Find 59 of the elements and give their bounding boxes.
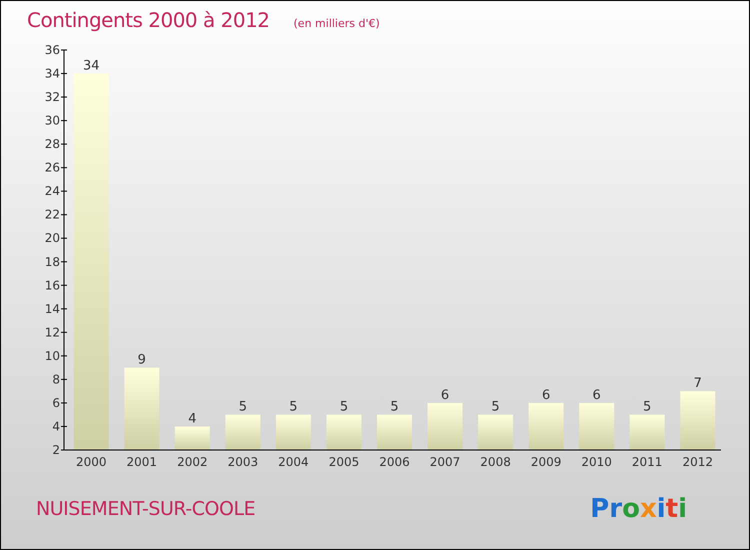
bar	[225, 414, 260, 450]
x-tick-label: 2010	[581, 455, 612, 469]
value-label: 5	[491, 400, 500, 415]
bar	[680, 391, 716, 450]
bar	[528, 402, 564, 450]
x-tick-label: 2008	[480, 455, 511, 469]
x-tick-label: 2006	[379, 455, 410, 469]
bar	[478, 414, 514, 450]
bar	[174, 426, 210, 450]
y-tick-label: 18	[44, 254, 60, 269]
logo: Proxiti	[590, 493, 687, 526]
value-label: 9	[138, 352, 146, 368]
x-tick-label: 2001	[126, 455, 158, 469]
y-tick-label: 16	[44, 278, 60, 292]
x-tick-label: 2009	[530, 455, 562, 469]
y-tick-label: 2	[52, 443, 60, 457]
y-tick-label: 6	[52, 396, 60, 410]
place-name: NUISEMENT-SUR-COOLE	[36, 497, 256, 522]
y-tick-label: 34	[44, 66, 60, 81]
value-label: 5	[390, 400, 399, 415]
value-label: 34	[83, 58, 100, 74]
y-tick-label: 22	[44, 208, 60, 222]
y-tick-label: 4	[52, 419, 60, 434]
bar	[579, 402, 614, 450]
chart-title: Contingents 2000 à 2012	[27, 7, 270, 34]
x-tick-label: 2011	[632, 455, 662, 469]
y-tick-label: 12	[44, 325, 60, 340]
value-label: 7	[694, 376, 702, 392]
bar	[377, 414, 412, 450]
y-tick-label: 32	[44, 90, 60, 104]
y-tick-label: 20	[44, 231, 60, 246]
value-label: 4	[188, 411, 196, 426]
x-tick-label: 2000	[76, 455, 107, 469]
y-tick-label: 30	[44, 114, 60, 128]
value-label: 5	[289, 400, 298, 415]
x-tick-label: 2003	[228, 455, 258, 469]
y-tick-label: 36	[44, 43, 60, 57]
bar	[326, 414, 362, 450]
unit-label: (en milliers d'€)	[294, 16, 380, 32]
x-tick-label: 2012	[682, 455, 713, 469]
value-label: 5	[643, 400, 652, 415]
y-tick-label: 26	[44, 160, 60, 175]
bar	[276, 414, 311, 450]
y-tick-label: 28	[44, 137, 60, 152]
y-tick-label: 24	[44, 184, 60, 198]
x-tick-label: 2002	[177, 455, 208, 469]
bar	[630, 414, 665, 450]
x-tick-label: 2004	[278, 455, 309, 469]
x-tick-label: 2005	[328, 455, 360, 469]
value-label: 5	[340, 400, 348, 415]
x-tick-label: 2007	[430, 455, 460, 469]
bar	[428, 402, 463, 450]
value-label: 6	[542, 388, 550, 403]
value-label: 6	[592, 388, 601, 403]
y-tick-label: 14	[44, 302, 60, 316]
value-label: 6	[440, 388, 450, 403]
value-label: 5	[238, 400, 248, 415]
y-tick-label: 10	[44, 348, 60, 363]
y-tick-label: 8	[52, 372, 60, 386]
